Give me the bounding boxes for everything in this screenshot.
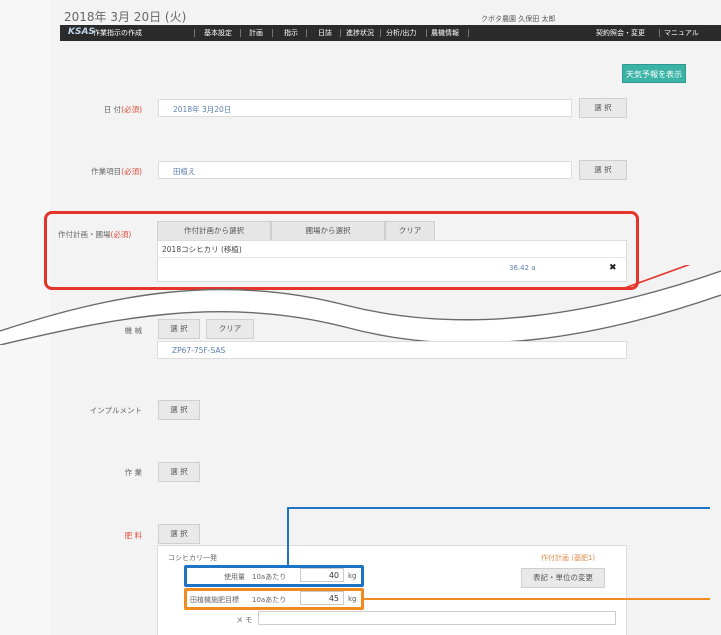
page: 2018年 3月 20日 (火) クボタ農園 久保田 太郎 KSAS 作業指示の… (0, 0, 721, 635)
callout-lines (287, 507, 710, 600)
